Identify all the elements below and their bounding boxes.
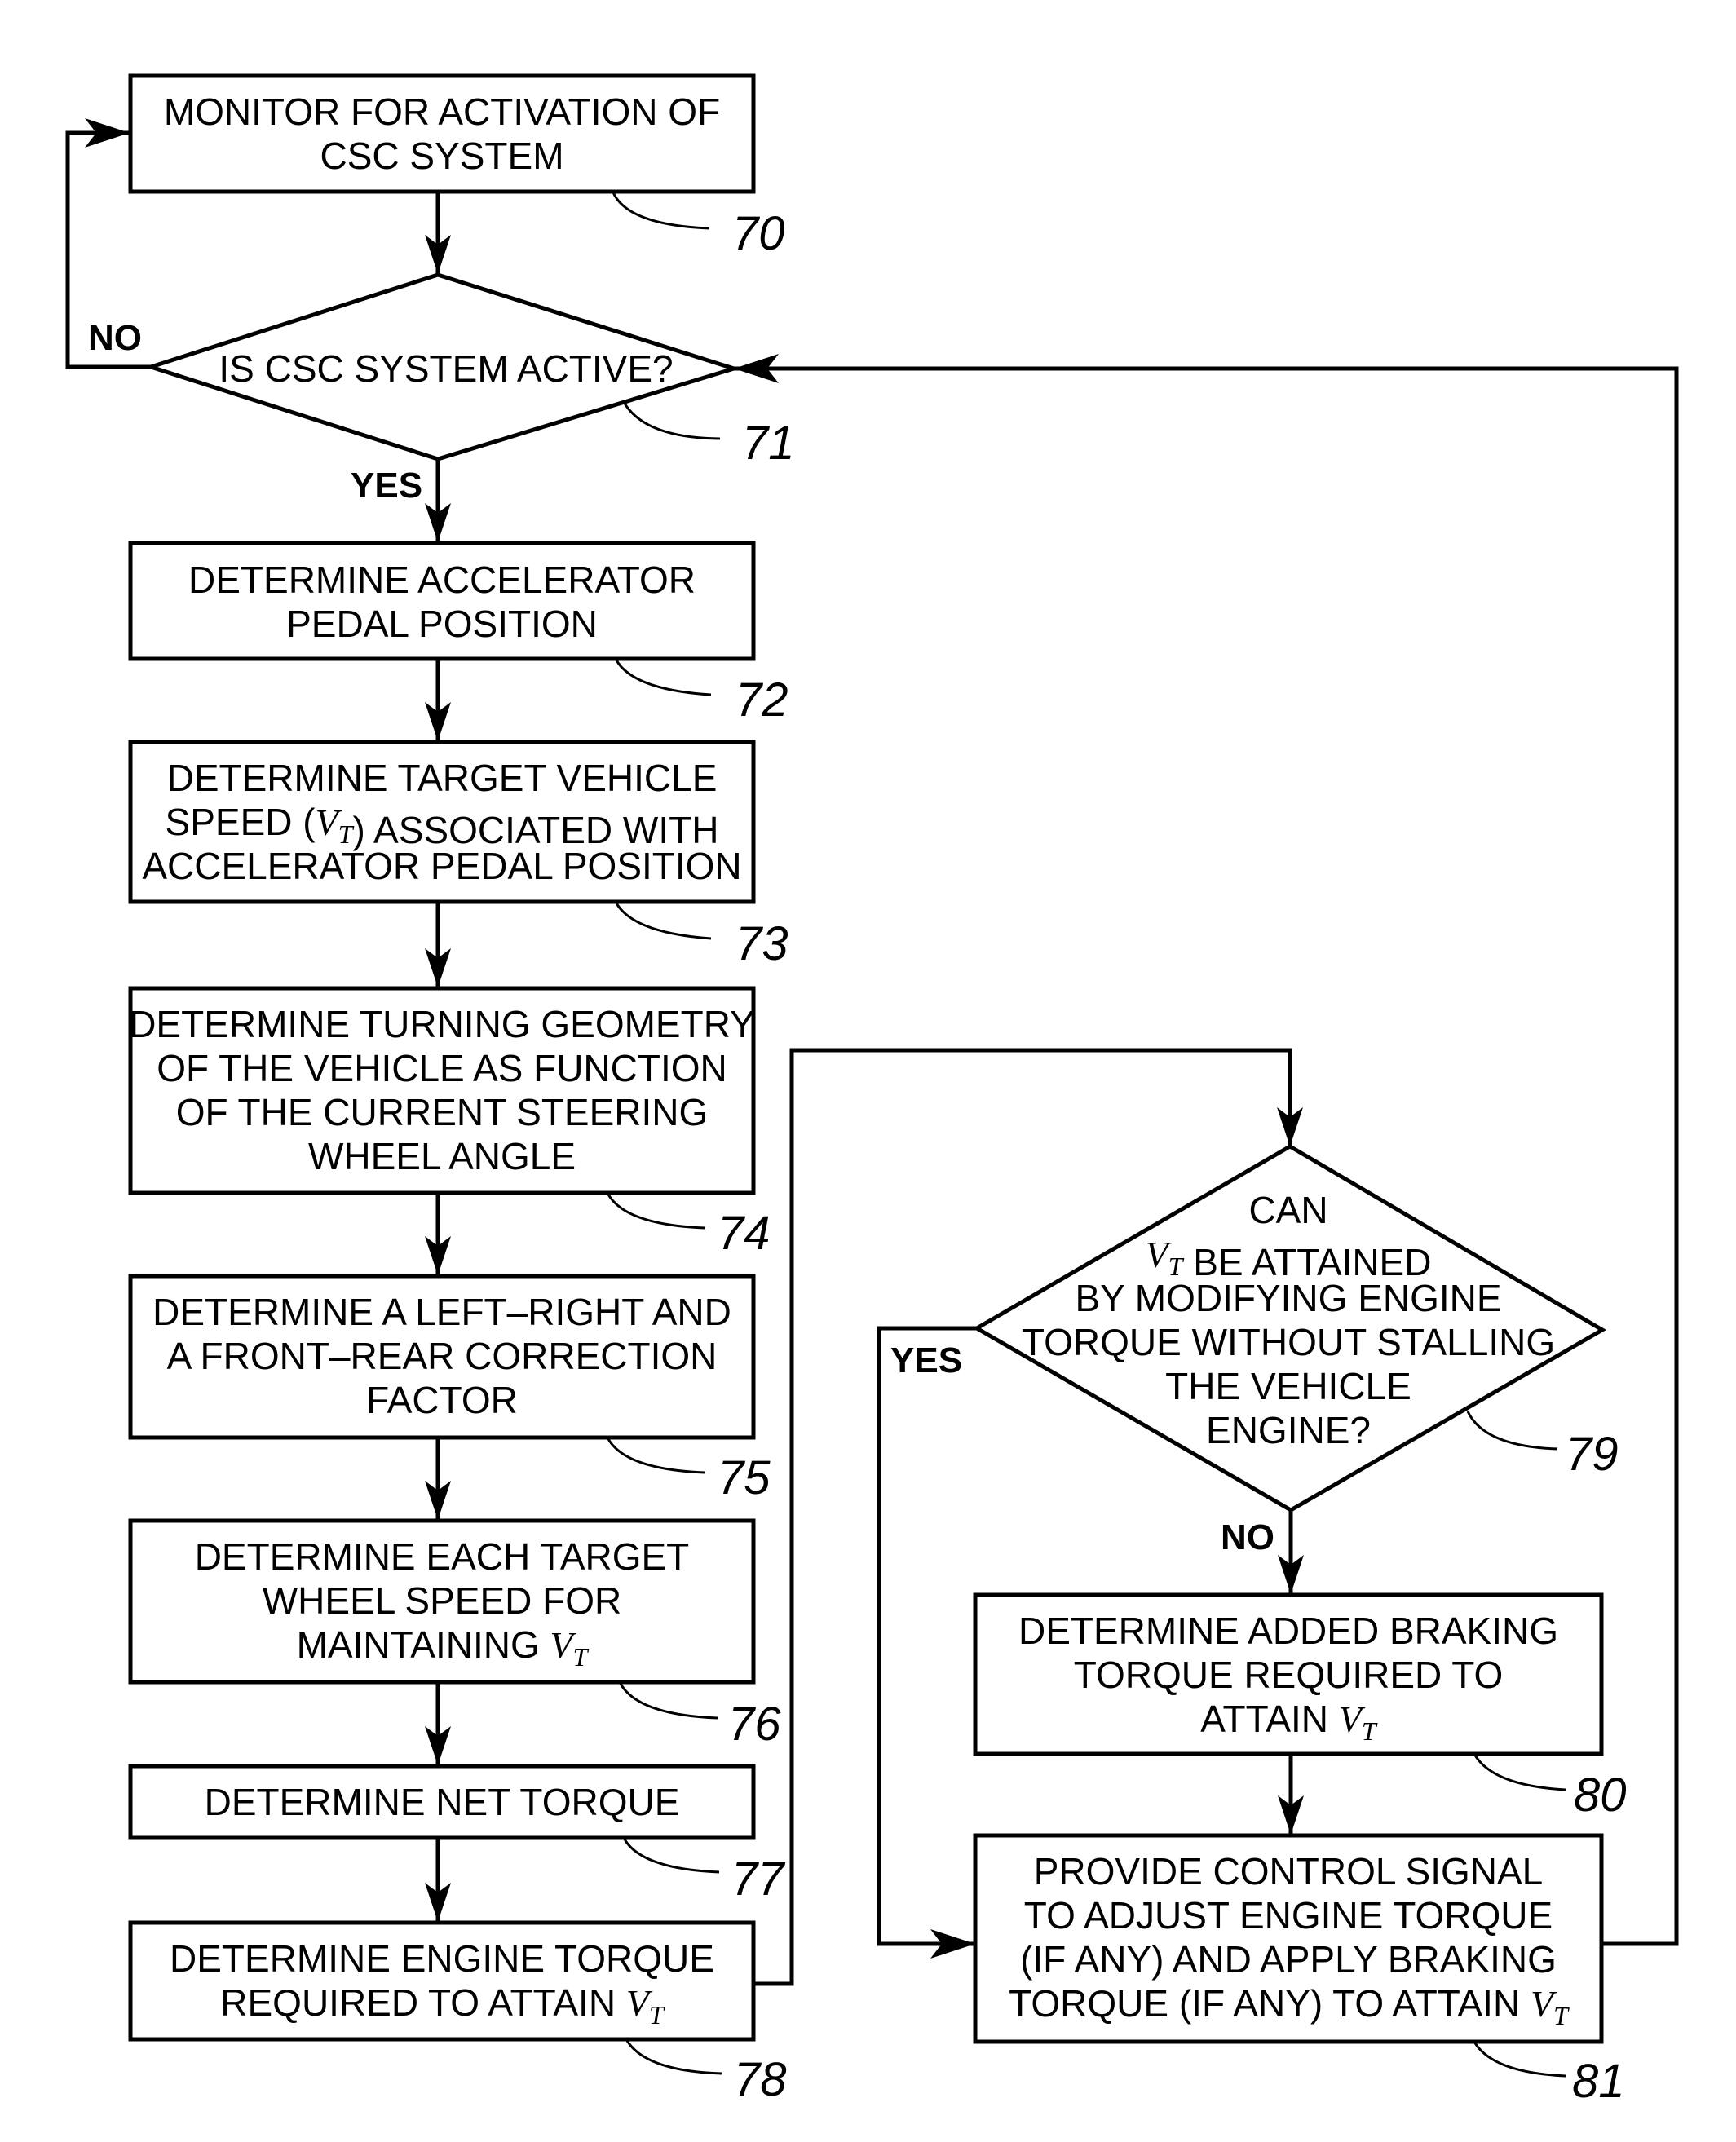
ref-numeral-75: 75 (718, 1451, 771, 1504)
text-line: OF THE CURRENT STEERING (176, 1091, 709, 1133)
ref-numeral-79: 79 (1566, 1428, 1619, 1481)
text-line: DETERMINE EACH TARGET (195, 1535, 690, 1578)
text-line: SPEED ( (166, 801, 316, 843)
text-line: TORQUE REQUIRED TO (1074, 1654, 1504, 1696)
ref-numeral-77: 77 (731, 1853, 786, 1906)
text-line: (IF ANY) AND APPLY BRAKING (1020, 1938, 1557, 1981)
node-73-text: DETERMINE TARGET VEHICLE SPEED (VT) ASSOC… (142, 757, 741, 887)
node-81-text: PROVIDE CONTROL SIGNAL TO ADJUST ENGINE T… (1009, 1850, 1570, 2030)
reference-numerals: 70 71 72 73 74 75 76 77 78 79 80 81 (718, 207, 1627, 2108)
ref-numeral-73: 73 (735, 917, 788, 970)
ref-numeral-74: 74 (718, 1207, 771, 1260)
vt-subscript: T (1362, 1716, 1378, 1746)
vt-subscript: T (1553, 2001, 1570, 2030)
leader-77 (622, 1837, 720, 1874)
text-line: TO ADJUST ENGINE TORQUE (1024, 1894, 1553, 1937)
text-line: DETERMINE ACCELERATOR (188, 559, 696, 601)
text-line: TORQUE WITHOUT STALLING (1022, 1321, 1555, 1363)
text-line: PEDAL POSITION (286, 603, 598, 645)
text-line: CAN (1248, 1189, 1327, 1231)
ref-numeral-70: 70 (732, 207, 785, 260)
text-line: MONITOR FOR ACTIVATION OF (164, 91, 720, 133)
text-line: ATTAIN (1200, 1698, 1339, 1740)
leader-81 (1473, 2041, 1566, 2078)
branch-label-79-yes: YES (890, 1340, 962, 1380)
text-line: FACTOR (366, 1379, 518, 1421)
text-line: OF THE VEHICLE AS FUNCTION (157, 1047, 727, 1089)
flowchart: 70 71 72 73 74 75 76 77 78 79 80 81 NO Y… (65, 73, 1679, 2108)
arrow-79-yes-to-81 (877, 1326, 979, 1946)
text-line: DETERMINE A LEFT–RIGHT AND (152, 1291, 731, 1333)
ref-numeral-80: 80 (1574, 1769, 1627, 1822)
leader-79 (1466, 1411, 1558, 1451)
leader-73 (614, 901, 712, 940)
leader-76 (618, 1681, 718, 1720)
branch-label-71-no: NO (88, 318, 142, 358)
branch-label-71-yes: YES (351, 466, 422, 506)
leader-74 (606, 1192, 706, 1230)
vt-subscript: T (649, 2000, 665, 2029)
leader-80 (1473, 1753, 1566, 1791)
text-line: THE VEHICLE (1165, 1365, 1411, 1407)
text-line: ENGINE? (1206, 1409, 1371, 1451)
leader-75 (606, 1437, 706, 1474)
text-line: CSC SYSTEM (320, 135, 563, 177)
text-line: WHEEL ANGLE (308, 1135, 576, 1177)
text-line: TORQUE (IF ANY) TO ATTAIN (1009, 1982, 1531, 2025)
vt-subscript: T (573, 1642, 590, 1672)
text-line: REQUIRED TO ATTAIN (220, 1981, 626, 2024)
leader-72 (614, 658, 712, 696)
leader-71 (622, 401, 721, 440)
node-71-text: IS CSC SYSTEM ACTIVE? (219, 347, 673, 390)
text-line: DETERMINE TURNING GEOMETRY (129, 1003, 755, 1045)
text-line: BY MODIFYING ENGINE (1075, 1277, 1501, 1319)
text-line: ACCELERATOR PEDAL POSITION (142, 845, 741, 887)
text-line: WHEEL SPEED FOR (263, 1579, 621, 1622)
text-line: IS CSC SYSTEM ACTIVE? (219, 347, 673, 390)
ref-numeral-81: 81 (1572, 2055, 1625, 2108)
ref-numeral-78: 78 (734, 2053, 787, 2106)
text-line: PROVIDE CONTROL SIGNAL (1034, 1850, 1544, 1892)
node-77-text: DETERMINE NET TORQUE (205, 1781, 680, 1823)
text-line: DETERMINE ADDED BRAKING (1018, 1610, 1558, 1652)
ref-numeral-72: 72 (735, 674, 788, 727)
branch-label-79-no: NO (1221, 1517, 1274, 1557)
ref-numeral-76: 76 (728, 1698, 781, 1751)
text-line: DETERMINE ENGINE TORQUE (170, 1937, 714, 1980)
text-line: MAINTAINING (297, 1623, 550, 1666)
node-text: MONITOR FOR ACTIVATION OF CSC SYSTEM IS C… (129, 91, 1570, 2030)
text-line: A FRONT–REAR CORRECTION (167, 1335, 718, 1377)
ref-numeral-71: 71 (742, 417, 795, 470)
leader-78 (625, 2038, 722, 2075)
text-line: DETERMINE TARGET VEHICLE (167, 757, 718, 799)
leader-70 (612, 192, 710, 230)
text-line: DETERMINE NET TORQUE (205, 1781, 680, 1823)
node-78-text: DETERMINE ENGINE TORQUE REQUIRED TO ATTAI… (170, 1937, 714, 2029)
